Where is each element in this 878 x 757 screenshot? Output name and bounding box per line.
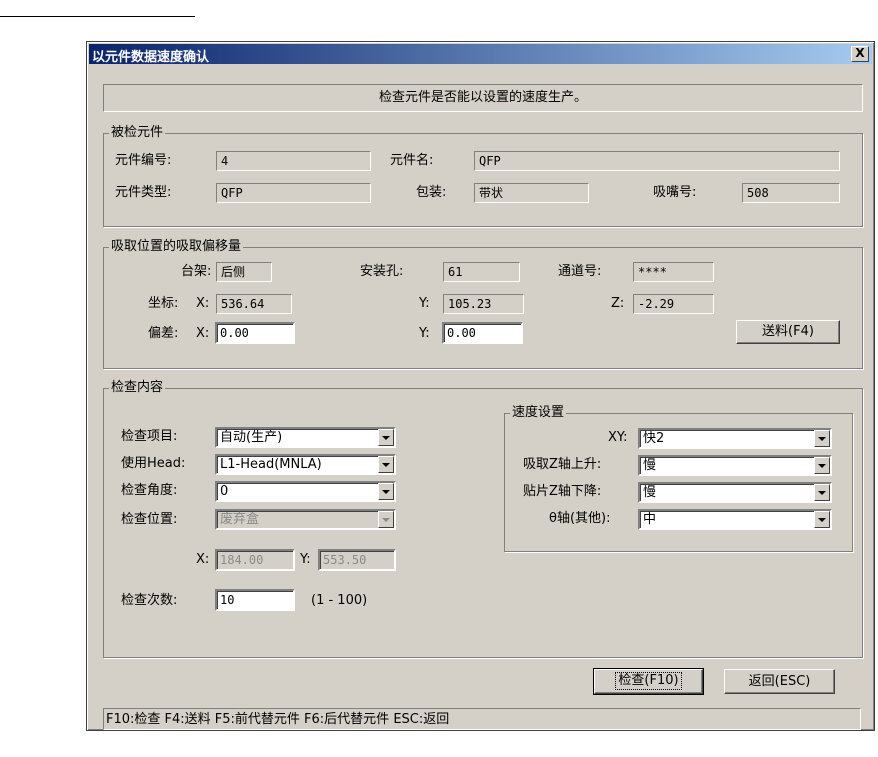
- pick-z-speed-value: 慢: [643, 458, 657, 473]
- theta-speed-select[interactable]: 中: [638, 509, 832, 530]
- angle-value: 0: [220, 484, 229, 499]
- dropdown-arrow-icon[interactable]: [814, 430, 830, 447]
- coord-z-field: -2.29: [633, 294, 714, 314]
- dropdown-arrow-icon[interactable]: [378, 483, 394, 500]
- nozzle-label: 吸嘴号:: [653, 185, 697, 200]
- dropdown-arrow-icon: [378, 511, 394, 528]
- status-bar: F10:检查 F4:送料 F5:前代替元件 F6:后代替元件 ESC:返回: [103, 708, 861, 730]
- channel-label: 通道号:: [558, 264, 602, 279]
- back-button[interactable]: 返回(ESC): [724, 669, 835, 694]
- coord-y-label: Y:: [419, 296, 430, 311]
- offset-y-input[interactable]: 0.00: [442, 322, 523, 344]
- part-no-field: 4: [216, 151, 371, 171]
- dropdown-arrow-icon[interactable]: [814, 511, 830, 528]
- inspection-item-label: 检查项目:: [121, 429, 178, 444]
- count-input[interactable]: 10: [215, 589, 295, 611]
- count-range: (1 - 100): [311, 593, 368, 608]
- offset-x-label: X:: [196, 326, 210, 341]
- theta-label: θ轴(其他):: [549, 511, 611, 526]
- angle-select[interactable]: 0: [215, 481, 396, 502]
- coord-label: 坐标:: [148, 296, 179, 311]
- coord-y-field: 105.23: [443, 294, 524, 314]
- rack-label: 台架:: [181, 264, 212, 279]
- check-button-label: 检查(F10): [615, 672, 682, 690]
- rack-field: 后侧: [216, 262, 272, 282]
- dropdown-arrow-icon[interactable]: [378, 456, 394, 473]
- feed-button[interactable]: 送料(F4): [736, 320, 840, 344]
- pos-x-label: X:: [196, 552, 210, 567]
- position-select: 废弃盒: [215, 509, 396, 530]
- place-z-speed-select[interactable]: 慢: [638, 482, 832, 503]
- checked-part-group: 被检元件 元件编号: 4 元件名: QFP 元件类型: QFP 包装: 带状 吸…: [103, 125, 863, 227]
- dropdown-arrow-icon[interactable]: [814, 484, 830, 501]
- part-name-label: 元件名:: [390, 153, 434, 168]
- offset-y-label: Y:: [419, 326, 430, 341]
- channel-field: ****: [633, 262, 714, 282]
- xy-label: XY:: [608, 430, 628, 445]
- head-value: L1-Head(MNLA): [220, 457, 322, 472]
- angle-label: 检查角度:: [121, 483, 178, 498]
- package-field: 带状: [474, 183, 589, 203]
- position-value: 废弃盒: [220, 512, 260, 527]
- dropdown-arrow-icon[interactable]: [814, 457, 830, 474]
- coord-x-field: 536.64: [216, 294, 292, 314]
- top-divider-line: [0, 16, 195, 17]
- xy-speed-value: 快2: [643, 431, 665, 446]
- dropdown-arrow-icon[interactable]: [378, 429, 394, 446]
- close-button[interactable]: X: [851, 46, 869, 62]
- part-name-field: QFP: [474, 151, 840, 171]
- inspection-group-label: 检查内容: [109, 380, 166, 396]
- theta-speed-value: 中: [643, 512, 657, 527]
- offset-x-input[interactable]: 0.00: [215, 322, 295, 344]
- check-button[interactable]: 检查(F10): [593, 668, 704, 695]
- head-label: 使用Head:: [121, 456, 186, 471]
- head-select[interactable]: L1-Head(MNLA): [215, 454, 396, 475]
- hole-label: 安装孔:: [360, 264, 404, 279]
- pos-y-label: Y:: [300, 552, 311, 567]
- part-type-label: 元件类型:: [115, 185, 172, 200]
- part-type-field: QFP: [216, 183, 371, 203]
- title-bar: 以元件数据速度确认 X: [89, 44, 872, 65]
- pos-y-input: 553.50: [318, 549, 396, 571]
- coord-x-label: X:: [196, 296, 210, 311]
- pickup-offset-group: 吸取位置的吸取偏移量 台架: 后侧 安装孔: 61 通道号: **** 坐标: …: [103, 239, 863, 369]
- checked-part-group-label: 被检元件: [109, 125, 166, 141]
- pos-x-input: 184.00: [215, 549, 295, 571]
- place-z-label: 贴片Z轴下降:: [523, 484, 602, 499]
- xy-speed-select[interactable]: 快2: [638, 428, 832, 449]
- window-title: 以元件数据速度确认: [92, 50, 210, 65]
- inspection-item-select[interactable]: 自动(生产): [215, 427, 396, 448]
- pick-z-label: 吸取Z轴上升:: [523, 457, 602, 472]
- pick-z-speed-select[interactable]: 慢: [638, 455, 832, 476]
- hole-field: 61: [443, 262, 520, 282]
- place-z-speed-value: 慢: [643, 485, 657, 500]
- offset-label: 偏差:: [148, 326, 179, 341]
- pickup-offset-group-label: 吸取位置的吸取偏移量: [109, 239, 244, 255]
- nozzle-field: 508: [742, 183, 840, 203]
- coord-z-label: Z:: [611, 296, 625, 311]
- count-label: 检查次数:: [121, 593, 178, 608]
- part-no-label: 元件编号:: [115, 153, 172, 168]
- inspection-item-value: 自动(生产): [220, 430, 283, 445]
- inspection-group: 检查内容 检查项目: 自动(生产) 使用Head: L1-Head(MNLA) …: [103, 380, 863, 658]
- position-label: 检查位置:: [121, 512, 178, 527]
- speed-group: 速度设置 XY: 快2 吸取Z轴上升: 慢 贴片Z轴下降: 慢 θ轴(其他): …: [504, 405, 853, 552]
- confirm-dialog: 以元件数据速度确认 X 检查元件是否能以设置的速度生产。 被检元件 元件编号: …: [86, 41, 875, 731]
- info-message: 检查元件是否能以设置的速度生产。: [103, 84, 863, 112]
- speed-group-label: 速度设置: [510, 405, 567, 421]
- package-label: 包装:: [416, 185, 447, 200]
